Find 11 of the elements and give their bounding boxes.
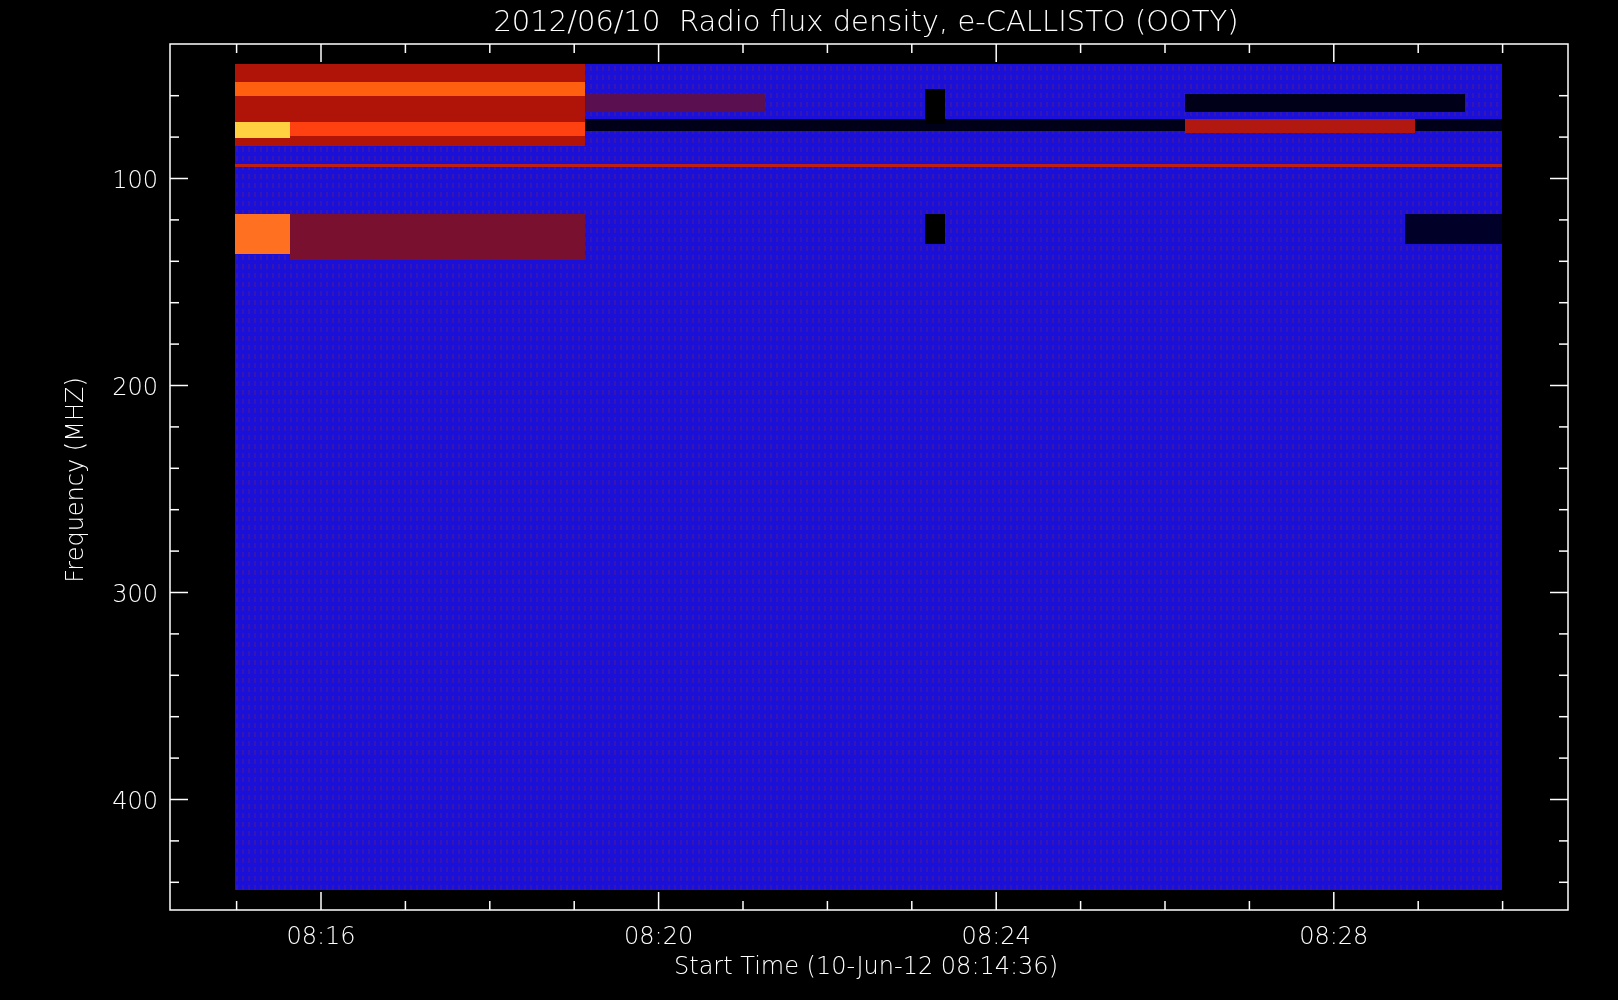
- y-axis-label: Frequency (MHZ): [61, 377, 89, 583]
- x-axis-label: Start Time (10-Jun-12 08:14:36): [674, 952, 1058, 980]
- x-tick-label: 08:28: [1299, 922, 1369, 950]
- y-tick-label: 200: [112, 372, 158, 401]
- y-tick-label: 400: [112, 786, 158, 815]
- y-tick-label: 300: [112, 579, 158, 608]
- chart-title: 2012/06/10 Radio flux density, e-CALLISTO (OOTY): [493, 4, 1239, 38]
- x-tick-label: 08:24: [961, 922, 1031, 950]
- y-tick-label: 100: [112, 165, 158, 194]
- x-tick-label: 08:16: [286, 922, 356, 950]
- x-tick-label: 08:20: [624, 922, 694, 950]
